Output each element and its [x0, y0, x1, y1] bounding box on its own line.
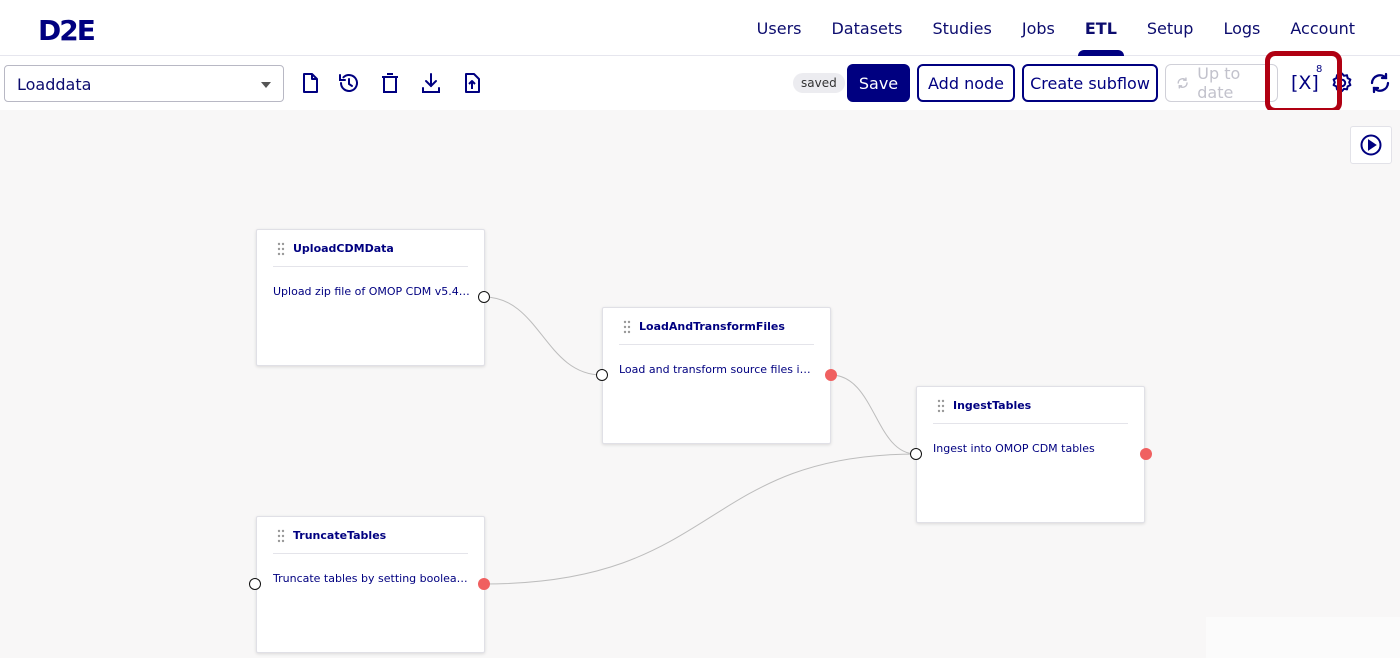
sync-icon	[1177, 77, 1188, 89]
node-title: TruncateTables	[293, 529, 387, 542]
load-output-port[interactable]	[825, 369, 837, 381]
node-title: LoadAndTransformFiles	[639, 320, 785, 333]
saved-badge: saved	[793, 73, 845, 93]
refresh-icon[interactable]	[1368, 71, 1392, 95]
node-title: UploadCDMData	[293, 242, 394, 255]
up-to-date-button[interactable]: Up to date	[1165, 64, 1278, 102]
node-divider	[273, 266, 468, 267]
flow-select-value: Loaddata	[17, 75, 92, 94]
node-description: Truncate tables by setting boolean flag	[273, 572, 470, 585]
nav-datasets[interactable]: Datasets	[816, 0, 917, 56]
truncate-input-port[interactable]	[249, 578, 261, 590]
nav-studies[interactable]: Studies	[917, 0, 1006, 56]
play-icon	[1360, 134, 1382, 156]
flow-toolbar: Loaddata saved Save Add node Create subf…	[0, 56, 1400, 110]
history-icon[interactable]	[337, 71, 361, 95]
nav-etl[interactable]: ETL	[1070, 0, 1132, 56]
nav-account[interactable]: Account	[1275, 0, 1370, 56]
nav-logs[interactable]: Logs	[1208, 0, 1275, 56]
ingest-input-port[interactable]	[910, 448, 922, 460]
node-divider	[273, 553, 468, 554]
nav-jobs[interactable]: Jobs	[1007, 0, 1070, 56]
node-load-and-transform-files[interactable]: LoadAndTransformFiles Load and transform…	[602, 307, 831, 444]
node-description: Load and transform source files into pa.…	[619, 363, 816, 376]
ingest-output-port[interactable]	[1140, 448, 1152, 460]
nav-setup[interactable]: Setup	[1132, 0, 1209, 56]
run-flow-button[interactable]	[1350, 126, 1392, 164]
chevron-down-icon	[261, 82, 271, 88]
drag-handle-icon[interactable]	[623, 320, 631, 334]
download-icon[interactable]	[419, 71, 443, 95]
node-description: Ingest into OMOP CDM tables	[933, 442, 1095, 455]
add-node-button[interactable]: Add node	[917, 64, 1015, 102]
node-divider	[619, 344, 814, 345]
drag-handle-icon[interactable]	[277, 529, 285, 543]
top-nav: D2E Users Datasets Studies Jobs ETL Setu…	[0, 0, 1400, 56]
save-button[interactable]: Save	[847, 64, 910, 102]
create-subflow-button[interactable]: Create subflow	[1022, 64, 1158, 102]
d2e-logo[interactable]: D2E	[38, 14, 102, 44]
node-divider	[933, 423, 1128, 424]
node-description: Upload zip file of OMOP CDM v5.4 CSVs ..…	[273, 285, 470, 298]
node-ingest-tables[interactable]: IngestTables Ingest into OMOP CDM tables	[916, 386, 1145, 523]
node-truncate-tables[interactable]: TruncateTables Truncate tables by settin…	[256, 516, 485, 653]
svg-text:D2E: D2E	[38, 14, 95, 44]
delete-icon[interactable]	[378, 71, 402, 95]
drag-handle-icon[interactable]	[277, 242, 285, 256]
flow-select[interactable]: Loaddata	[4, 65, 284, 102]
upload-output-port[interactable]	[478, 291, 490, 303]
nav-users[interactable]: Users	[742, 0, 817, 56]
drag-handle-icon[interactable]	[937, 399, 945, 413]
nav-links: Users Datasets Studies Jobs ETL Setup Lo…	[742, 0, 1370, 56]
node-title: IngestTables	[953, 399, 1032, 412]
upload-icon[interactable]	[460, 71, 484, 95]
truncate-output-port[interactable]	[478, 578, 490, 590]
canvas-corner	[1206, 617, 1400, 658]
node-upload-cdm-data[interactable]: UploadCDMData Upload zip file of OMOP CD…	[256, 229, 485, 366]
variables-highlight-box	[1265, 51, 1342, 113]
load-input-port[interactable]	[596, 369, 608, 381]
new-file-icon[interactable]	[298, 71, 322, 95]
